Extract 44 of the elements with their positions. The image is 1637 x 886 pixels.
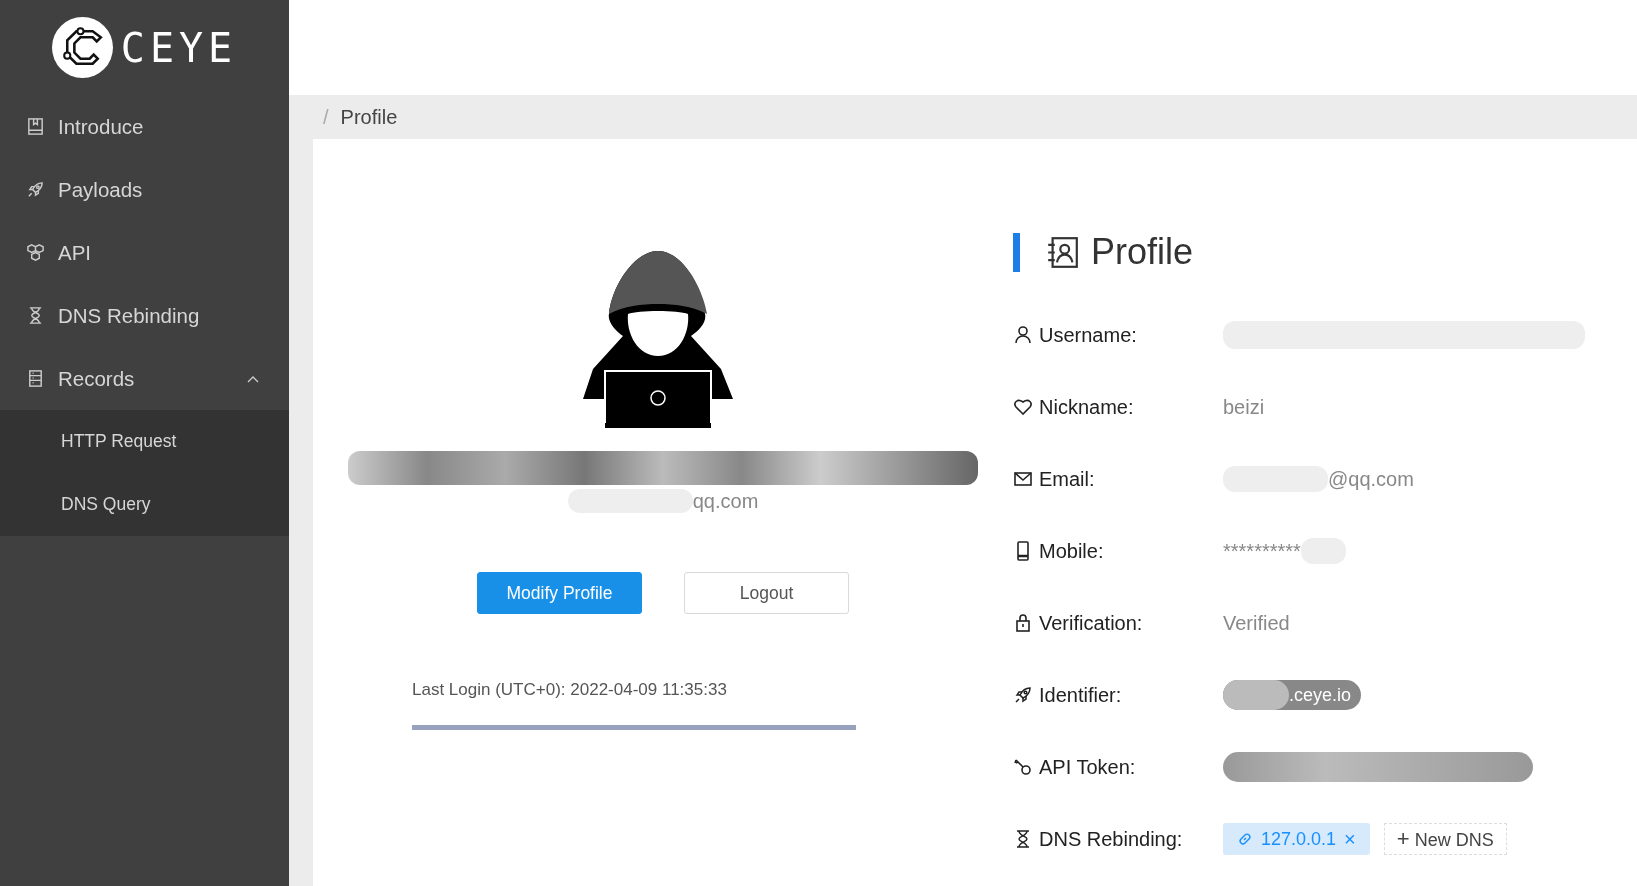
field-label: Identifier:	[1039, 683, 1122, 707]
breadcrumb-separator: /	[323, 105, 329, 129]
menu-item[interactable]: Records	[0, 347, 289, 410]
accent-bar	[1013, 232, 1020, 272]
field-label: DNS Rebinding:	[1039, 827, 1183, 851]
hexagons-icon	[26, 243, 45, 262]
lock-icon	[1013, 613, 1033, 633]
link-icon	[1237, 831, 1253, 847]
menu-item[interactable]: API	[0, 221, 289, 284]
tag-text: 127.0.0.1	[1261, 828, 1337, 850]
field-label: Mobile:	[1039, 539, 1104, 563]
records-icon	[26, 369, 45, 388]
field-value: **********	[1223, 539, 1301, 563]
menu-item[interactable]: Payloads	[0, 158, 289, 221]
user-icon	[1013, 325, 1033, 345]
new-dns-button[interactable]: + New DNS	[1383, 823, 1507, 855]
redaction-mark	[1223, 680, 1289, 710]
field-label: Username:	[1039, 323, 1137, 347]
menu-item[interactable]: DNS Rebinding	[0, 284, 289, 347]
breadcrumb-item[interactable]: Profile	[340, 105, 398, 129]
rocket-icon	[26, 180, 45, 199]
field-label: Verification:	[1039, 611, 1143, 635]
mail-icon	[1013, 469, 1033, 489]
field-value: Verified	[1223, 611, 1290, 635]
field-value: @qq.com	[1328, 467, 1414, 491]
key-icon	[1013, 757, 1033, 777]
user-email: qq.com	[692, 489, 759, 513]
logout-button[interactable]: Logout	[684, 572, 849, 614]
contact-card-icon	[1046, 235, 1079, 269]
heart-icon	[1013, 397, 1033, 417]
field-label: Email:	[1039, 467, 1095, 491]
field-label: Nickname:	[1039, 395, 1134, 419]
logo-text: CEYE	[120, 24, 238, 71]
rocket-icon	[1013, 685, 1033, 705]
section-title: Profile	[1091, 231, 1194, 273]
submenu-item[interactable]: DNS Query	[0, 473, 289, 536]
field-label: API Token:	[1039, 755, 1136, 779]
field-value: beizi	[1223, 395, 1265, 419]
identifier-badge: .ceye.io	[1223, 680, 1362, 710]
menu-item[interactable]: Introduce	[0, 95, 289, 158]
logo-icon	[51, 17, 113, 78]
submenu-item[interactable]: HTTP Request	[0, 410, 289, 473]
book-icon	[26, 117, 45, 136]
last-login-text: Last Login (UTC+0): 2022-04-09 11:35:33	[412, 680, 727, 700]
